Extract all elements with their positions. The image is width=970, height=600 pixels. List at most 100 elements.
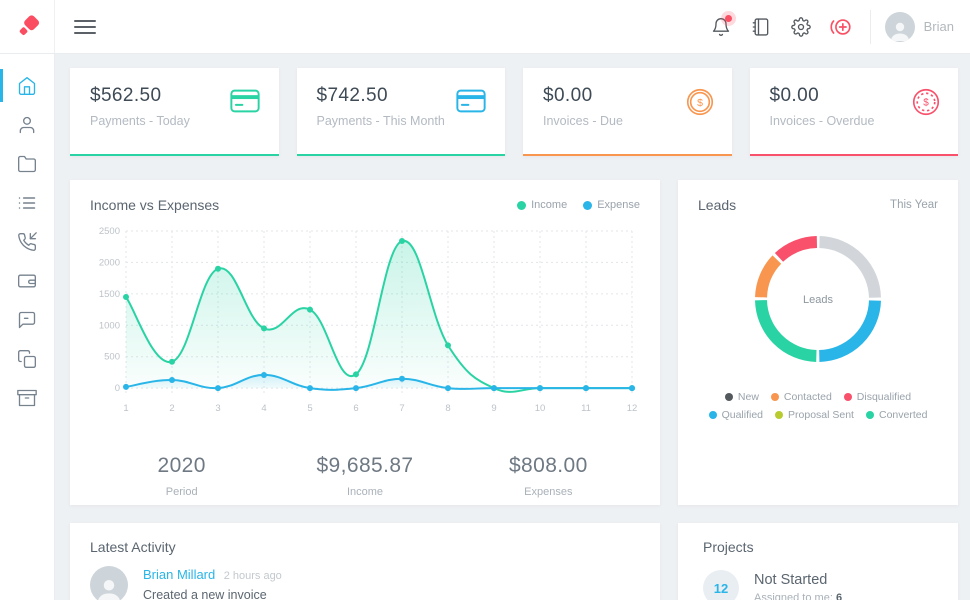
sidebar-nav bbox=[0, 54, 55, 600]
gear-icon bbox=[791, 17, 811, 37]
stat-value: $0.00 bbox=[770, 85, 875, 107]
avatar-silhouette-icon bbox=[887, 18, 913, 42]
sidebar-item-documents[interactable] bbox=[0, 339, 54, 378]
sidebar-item-tasks[interactable] bbox=[0, 183, 54, 222]
sidebar-item-archive[interactable] bbox=[0, 378, 54, 417]
summary-period-label: Period bbox=[90, 486, 273, 498]
brand-logo-icon bbox=[14, 14, 40, 40]
header-divider bbox=[870, 10, 871, 44]
legend-item-contacted[interactable]: Contacted bbox=[771, 391, 832, 403]
summary-income-label: Income bbox=[273, 486, 456, 498]
svg-text:12: 12 bbox=[627, 403, 638, 414]
notifications-button[interactable] bbox=[704, 10, 738, 44]
summary-expenses-label: Expenses bbox=[457, 486, 640, 498]
activity-user-link[interactable]: Brian Millard bbox=[143, 567, 215, 582]
svg-text:8: 8 bbox=[445, 403, 450, 414]
menu-toggle-button[interactable] bbox=[74, 0, 96, 53]
chart-legend: Income Expense bbox=[517, 199, 640, 211]
user-menu[interactable]: Brian bbox=[885, 0, 954, 53]
summary-income-value: $9,685.87 bbox=[273, 454, 456, 478]
chat-icon bbox=[17, 310, 37, 330]
sidebar-item-calls[interactable] bbox=[0, 222, 54, 261]
stat-card-invoices-due[interactable]: $0.00 Invoices - Due $ bbox=[523, 68, 732, 156]
notification-badge bbox=[725, 15, 732, 22]
svg-text:11: 11 bbox=[581, 403, 591, 414]
wallet-icon bbox=[17, 271, 37, 291]
journal-button[interactable] bbox=[744, 10, 778, 44]
user-icon bbox=[17, 115, 37, 135]
activity-time: 2 hours ago bbox=[224, 570, 282, 582]
coin-dashed-icon: $ bbox=[912, 88, 940, 116]
projects-title: Projects bbox=[703, 539, 938, 555]
legend-item-converted[interactable]: Converted bbox=[866, 409, 927, 421]
leads-title: Leads bbox=[698, 197, 736, 213]
income-dot-icon bbox=[517, 201, 526, 210]
leads-period-filter[interactable]: This Year bbox=[890, 199, 938, 211]
stat-label: Payments - This Month bbox=[317, 114, 445, 128]
sidebar-item-contacts[interactable] bbox=[0, 105, 54, 144]
phone-incoming-icon bbox=[17, 232, 37, 252]
qualified-dot-icon bbox=[709, 411, 717, 419]
app-header: Brian bbox=[0, 0, 970, 54]
legend-item-new[interactable]: New bbox=[725, 391, 759, 403]
quick-add-button[interactable] bbox=[824, 10, 858, 44]
stat-card-invoices-overdue[interactable]: $0.00 Invoices - Overdue $ bbox=[750, 68, 959, 156]
quick-add-icon bbox=[829, 16, 853, 38]
svg-text:0: 0 bbox=[115, 383, 120, 394]
income-expenses-panel: Income vs Expenses Income Expense 050010… bbox=[70, 180, 660, 505]
settings-button[interactable] bbox=[784, 10, 818, 44]
credit-card-icon bbox=[455, 88, 487, 114]
activity-item: Brian Millard 2 hours ago Created a new … bbox=[90, 566, 640, 600]
project-assigned-count: 6 bbox=[836, 592, 842, 600]
stat-label: Invoices - Overdue bbox=[770, 114, 875, 128]
sidebar-item-files[interactable] bbox=[0, 144, 54, 183]
sidebar-item-messages[interactable] bbox=[0, 300, 54, 339]
sidebar-item-dashboard[interactable] bbox=[0, 66, 54, 105]
converted-dot-icon bbox=[866, 411, 874, 419]
user-avatar bbox=[885, 12, 915, 42]
stat-card-payments-today[interactable]: $562.50 Payments - Today bbox=[70, 68, 279, 156]
project-status-item[interactable]: 12 Not Started Assigned to me: 6 bbox=[703, 570, 938, 600]
activity-action: Created a new invoice bbox=[143, 588, 282, 600]
leads-legend: New Contacted Disqualified Qualified Pro… bbox=[698, 391, 938, 421]
stat-value: $0.00 bbox=[543, 85, 623, 107]
legend-item-income[interactable]: Income bbox=[517, 199, 567, 211]
home-icon bbox=[17, 76, 37, 96]
legend-item-qualified[interactable]: Qualified bbox=[709, 409, 763, 421]
expense-dot-icon bbox=[583, 201, 592, 210]
chart-summary: 2020 Period $9,685.87 Income $808.00 Exp… bbox=[90, 454, 640, 498]
activity-avatar bbox=[90, 566, 128, 600]
svg-text:2: 2 bbox=[169, 403, 174, 414]
stat-cards-row: $562.50 Payments - Today $742.50 Payment… bbox=[70, 68, 958, 156]
svg-text:5: 5 bbox=[307, 403, 312, 414]
brand-logo[interactable] bbox=[0, 0, 55, 53]
svg-text:1: 1 bbox=[123, 403, 128, 414]
stat-label: Invoices - Due bbox=[543, 114, 623, 128]
stat-value: $742.50 bbox=[317, 85, 445, 107]
svg-text:6: 6 bbox=[353, 403, 358, 414]
proposal-sent-dot-icon bbox=[775, 411, 783, 419]
leads-donut-chart: Leads bbox=[698, 229, 938, 369]
latest-activity-panel: Latest Activity Brian Millard 2 hours ag… bbox=[70, 523, 660, 600]
journal-icon bbox=[751, 17, 771, 37]
legend-item-proposal-sent[interactable]: Proposal Sent bbox=[775, 409, 854, 421]
svg-text:7: 7 bbox=[399, 403, 404, 414]
copy-icon bbox=[17, 349, 37, 369]
svg-text:4: 4 bbox=[261, 403, 266, 414]
svg-text:2000: 2000 bbox=[99, 257, 120, 268]
avatar-silhouette-icon bbox=[93, 574, 125, 600]
list-icon bbox=[17, 193, 37, 213]
legend-item-expense[interactable]: Expense bbox=[583, 199, 640, 211]
credit-card-icon bbox=[229, 88, 261, 114]
svg-text:10: 10 bbox=[535, 403, 546, 414]
user-name: Brian bbox=[924, 19, 954, 34]
income-expenses-chart: 05001000150020002500123456789101112 bbox=[90, 223, 640, 440]
stat-card-payments-month[interactable]: $742.50 Payments - This Month bbox=[297, 68, 506, 156]
disqualified-dot-icon bbox=[844, 393, 852, 401]
project-assigned: Assigned to me: 6 bbox=[754, 592, 842, 600]
sidebar-item-payments[interactable] bbox=[0, 261, 54, 300]
legend-item-disqualified[interactable]: Disqualified bbox=[844, 391, 911, 403]
svg-text:Leads: Leads bbox=[803, 294, 833, 306]
stat-value: $562.50 bbox=[90, 85, 190, 107]
archive-icon bbox=[17, 388, 37, 408]
